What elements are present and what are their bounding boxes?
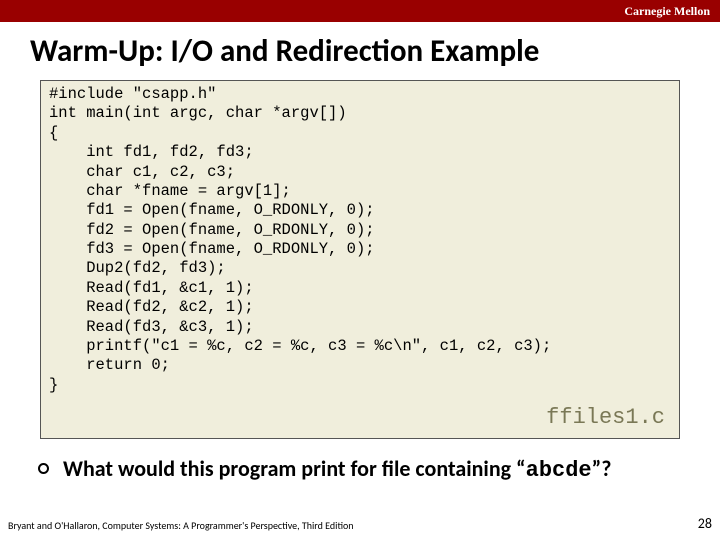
question-prefix: What would this program print for file c… (63, 455, 526, 482)
footer: Bryant and O'Hallaron, Computer Systems:… (8, 515, 712, 532)
footer-citation: Bryant and O'Hallaron, Computer Systems:… (8, 519, 354, 532)
slide-title: Warm-Up: I/O and Redirection Example (0, 22, 720, 80)
page-number: 28 (698, 515, 712, 532)
header-bar: Carnegie Mellon (0, 0, 720, 22)
question-text: What would this program print for file c… (63, 455, 611, 483)
code-filename: ffiles1.c (546, 404, 665, 432)
question-mono: abcde (526, 458, 592, 483)
code-block: #include "csapp.h" int main(int argc, ch… (40, 80, 680, 439)
institution-label: Carnegie Mellon (624, 4, 710, 19)
code-text: #include "csapp.h" int main(int argc, ch… (49, 85, 551, 394)
bullet-icon (38, 463, 49, 474)
slide: Carnegie Mellon Warm-Up: I/O and Redirec… (0, 0, 720, 540)
question-suffix: ”? (592, 455, 612, 482)
question-row: What would this program print for file c… (0, 439, 720, 483)
